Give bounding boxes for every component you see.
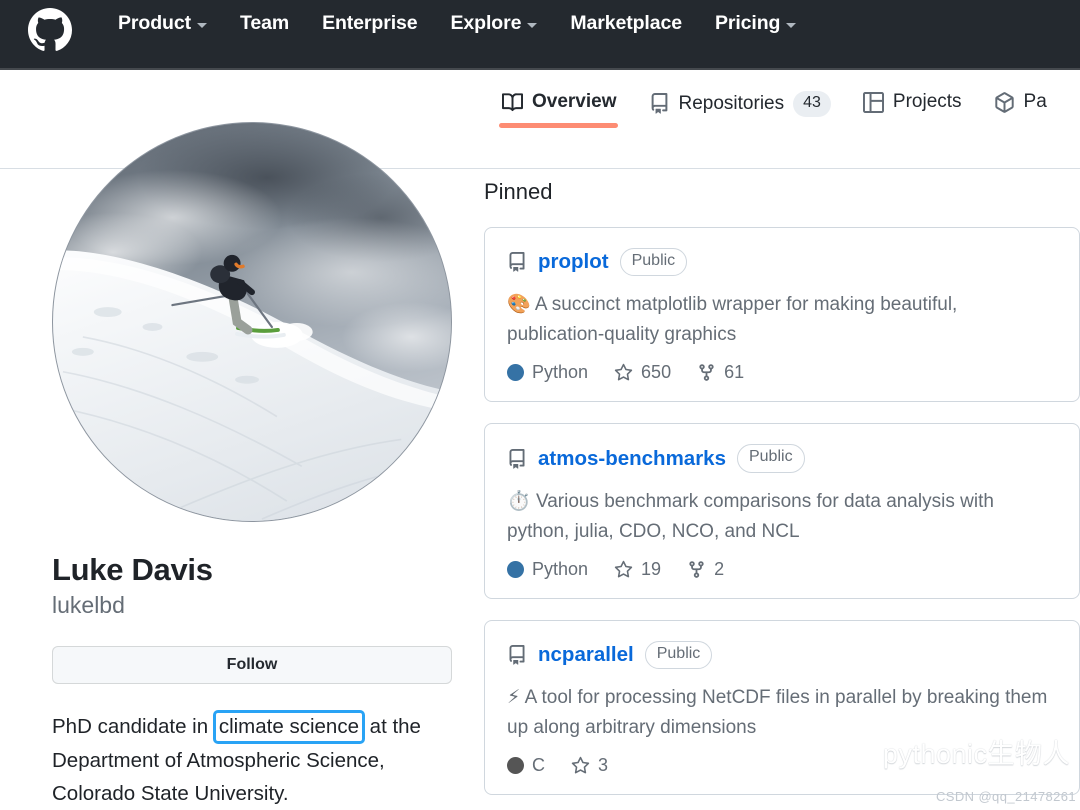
nav-item-label: Pricing: [715, 12, 780, 35]
stopwatch-icon: ⏱️: [507, 490, 531, 512]
star-count: 19: [641, 559, 661, 580]
profile-login: lukelbd: [52, 591, 452, 621]
star-icon: [614, 560, 633, 579]
tab-overview[interactable]: Overview: [484, 86, 633, 128]
pinned-repo-card[interactable]: proplot Public 🎨 A succinct matplotlib w…: [484, 227, 1080, 402]
repo-description: ⏱️ Various benchmark comparisons for dat…: [507, 486, 1057, 547]
pinned-section-title: Pinned: [484, 179, 1080, 205]
repo-forks[interactable]: 2: [687, 559, 724, 580]
pinned-repo-header: proplot Public: [507, 248, 1057, 276]
pinned-repo-header: ncparallel Public: [507, 641, 1057, 669]
fork-icon: [687, 560, 706, 579]
nav-item-label: Product: [118, 12, 191, 35]
repo-language: Python: [507, 362, 588, 383]
language-label: C: [532, 755, 545, 776]
avatar[interactable]: [52, 122, 452, 522]
repo-description-text: A succinct matplotlib wrapper for making…: [507, 294, 957, 345]
nav-item-enterprise[interactable]: Enterprise: [322, 12, 417, 35]
nav-item-label: Explore: [451, 12, 522, 35]
tab-label: Projects: [893, 91, 962, 113]
star-count: 650: [641, 362, 671, 383]
book-icon: [502, 92, 523, 113]
fork-count: 2: [714, 559, 724, 580]
visibility-badge: Public: [737, 444, 805, 472]
tab-projects[interactable]: Projects: [847, 86, 978, 128]
primary-nav: Product Team Enterprise Explore Marketpl…: [118, 12, 796, 35]
tab-label: Repositories: [679, 93, 785, 115]
nav-item-explore[interactable]: Explore: [451, 12, 538, 35]
repo-language: C: [507, 755, 545, 776]
chevron-down-icon: [197, 23, 207, 28]
language-color-dot: [507, 364, 524, 381]
repo-link[interactable]: proplot: [538, 250, 609, 274]
language-label: Python: [532, 559, 588, 580]
chevron-down-icon: [786, 23, 796, 28]
repo-description-text: A tool for processing NetCDF files in pa…: [507, 687, 1047, 738]
star-count: 3: [598, 755, 608, 776]
profile-main: Overview Repositories 43 Projec: [484, 70, 1080, 806]
lightning-icon: ⚡: [507, 686, 520, 708]
pinned-repo-header: atmos-benchmarks Public: [507, 444, 1057, 472]
tab-label: Overview: [532, 91, 617, 113]
profile-bio: PhD candidate in climate science at the …: [52, 710, 452, 810]
profile-page: Luke Davis lukelbd Follow PhD candidate …: [0, 70, 1080, 806]
package-icon: [994, 92, 1015, 113]
bio-highlight-annotation: climate science: [213, 710, 365, 744]
nav-item-label: Marketplace: [570, 12, 682, 35]
page-title: Luke Davis: [52, 551, 452, 590]
star-icon: [614, 363, 633, 382]
repo-icon: [507, 645, 527, 665]
pinned-repo-card[interactable]: atmos-benchmarks Public ⏱️ Various bench…: [484, 423, 1080, 598]
repo-meta: Python 19: [507, 559, 1057, 580]
star-icon: [571, 756, 590, 775]
repo-description: 🎨 A succinct matplotlib wrapper for maki…: [507, 289, 1057, 350]
nav-item-team[interactable]: Team: [240, 12, 289, 35]
repositories-count-badge: 43: [793, 91, 831, 117]
bio-text-before: PhD candidate in: [52, 715, 214, 738]
repo-forks[interactable]: 61: [697, 362, 744, 383]
language-color-dot: [507, 561, 524, 578]
pinned-repo-card[interactable]: ncparallel Public ⚡ A tool for processin…: [484, 620, 1080, 795]
tab-label: Pa: [1024, 91, 1047, 113]
profile-tabs: Overview Repositories 43 Projec: [484, 70, 1080, 152]
repo-stars[interactable]: 19: [614, 559, 661, 580]
chevron-down-icon: [527, 23, 537, 28]
table-icon: [863, 92, 884, 113]
language-label: Python: [532, 362, 588, 383]
pinned-repo-list: proplot Public 🎨 A succinct matplotlib w…: [484, 227, 1080, 795]
nav-item-product[interactable]: Product: [118, 12, 207, 35]
global-header: Product Team Enterprise Explore Marketpl…: [0, 0, 1080, 70]
profile-sidebar: Luke Davis lukelbd Follow PhD candidate …: [52, 122, 452, 810]
follow-button[interactable]: Follow: [52, 646, 452, 684]
repo-stars[interactable]: 650: [614, 362, 671, 383]
visibility-badge: Public: [645, 641, 713, 669]
repo-link[interactable]: ncparallel: [538, 643, 634, 667]
nav-item-label: Team: [240, 12, 289, 35]
repo-description-text: Various benchmark comparisons for data a…: [507, 491, 994, 542]
visibility-badge: Public: [620, 248, 688, 276]
repo-link[interactable]: atmos-benchmarks: [538, 447, 726, 471]
repo-icon: [649, 93, 670, 114]
repo-language: Python: [507, 559, 588, 580]
repo-icon: [507, 449, 527, 469]
nav-item-pricing[interactable]: Pricing: [715, 12, 796, 35]
language-color-dot: [507, 757, 524, 774]
nav-item-marketplace[interactable]: Marketplace: [570, 12, 682, 35]
tab-packages[interactable]: Pa: [978, 86, 1063, 128]
repo-meta: Python 650: [507, 362, 1057, 383]
repo-icon: [507, 252, 527, 272]
tab-repositories[interactable]: Repositories 43: [633, 86, 847, 132]
github-octocat-icon[interactable]: [28, 8, 72, 52]
repo-description: ⚡ A tool for processing NetCDF files in …: [507, 682, 1057, 743]
nav-item-label: Enterprise: [322, 12, 417, 35]
active-tab-indicator: [499, 123, 618, 128]
fork-icon: [697, 363, 716, 382]
fork-count: 61: [724, 362, 744, 383]
repo-meta: C 3: [507, 755, 1057, 776]
palette-icon: 🎨: [507, 293, 531, 315]
repo-stars[interactable]: 3: [571, 755, 608, 776]
